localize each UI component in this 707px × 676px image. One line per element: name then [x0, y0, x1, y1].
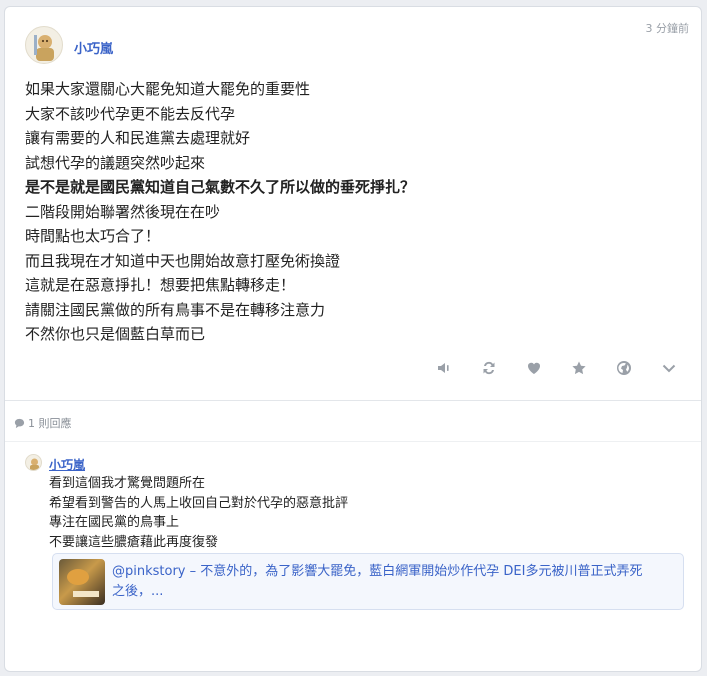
- globe-icon[interactable]: [614, 358, 634, 378]
- mute-icon[interactable]: [434, 358, 454, 378]
- heart-icon[interactable]: [524, 358, 544, 378]
- avatar-image: [30, 458, 39, 470]
- reply-avatar[interactable]: [25, 454, 42, 471]
- post-line: 讓有需要的人和民進黨去處理就好: [25, 129, 251, 147]
- link-preview-card[interactable]: @pinkstory – 不意外的，為了影響大罷免，藍白網軍開始炒作代孕 DEI…: [52, 553, 684, 610]
- repost-icon[interactable]: [479, 358, 499, 378]
- comment-icon: [14, 418, 25, 428]
- link-preview-text[interactable]: @pinkstory – 不意外的，為了影響大罷免，藍白網軍開始炒作代孕 DEI…: [112, 562, 672, 602]
- divider: [5, 441, 701, 442]
- chevron-down-icon[interactable]: [659, 358, 679, 378]
- reply-line: 希望看到警告的人馬上收回自己對於代孕的惡意批評: [49, 495, 349, 511]
- post-author[interactable]: 小巧嵐: [74, 38, 113, 57]
- reply-count-label: 1 則回應: [28, 417, 72, 430]
- post-line: 時間點也太巧合了！: [25, 227, 161, 245]
- reply-author[interactable]: 小巧嵐: [49, 456, 85, 473]
- post-time[interactable]: 3 分鐘前: [646, 20, 690, 36]
- post-line: 大家不該吵代孕更不能去反代孕: [25, 104, 236, 123]
- reply-line: 看到這個我才驚覺問題所在: [49, 476, 206, 491]
- post-line: 不然你也只是個藍白草而已: [25, 325, 206, 343]
- post-line: 如果大家還關心大罷免知道大罷免的重要性: [25, 80, 311, 98]
- reply-count[interactable]: 1 則回應: [14, 415, 72, 431]
- post-line: 這就是在惡意掙扎！想要把焦點轉移走！: [25, 276, 296, 294]
- avatar[interactable]: [25, 26, 63, 64]
- post-actions: [434, 358, 679, 378]
- post-line: 二階段開始聯署然後現在在吵: [25, 202, 221, 221]
- reply-line: 專注在國民黨的鳥事上: [49, 515, 180, 530]
- reply-body: 看到這個我才驚覺問題所在 希望看到警告的人馬上收回自己對於代孕的惡意批評 專注在…: [49, 474, 348, 552]
- link-preview-thumbnail: [59, 559, 105, 605]
- post-line-bold: 是不是就是國民黨知道自己氣數不久了所以做的垂死掙扎？: [25, 178, 416, 196]
- link-preview-line: @pinkstory – 不意外的，為了影響大罷免，藍白網軍開始炒作代孕 DEI…: [112, 564, 643, 579]
- divider: [5, 400, 701, 401]
- link-preview-line: 之後，...: [112, 584, 164, 599]
- reply-line: 不要讓這些膿瘡藉此再度復發: [49, 534, 219, 550]
- post-line: 而且我現在才知道中天也開始故意打壓免術換證: [25, 251, 341, 270]
- star-icon[interactable]: [569, 358, 589, 378]
- avatar-image: [34, 35, 54, 61]
- post-line: 試想代孕的議題突然吵起來: [25, 153, 206, 172]
- post-card: 3 分鐘前 小巧嵐 如果大家還關心大罷免知道大罷免的重要性 大家不該吵代孕更不能…: [4, 6, 702, 672]
- post-line: 請關注國民黨做的所有鳥事不是在轉移注意力: [25, 300, 326, 319]
- post-body: 如果大家還關心大罷免知道大罷免的重要性 大家不該吵代孕更不能去反代孕 讓有需要的…: [25, 77, 685, 347]
